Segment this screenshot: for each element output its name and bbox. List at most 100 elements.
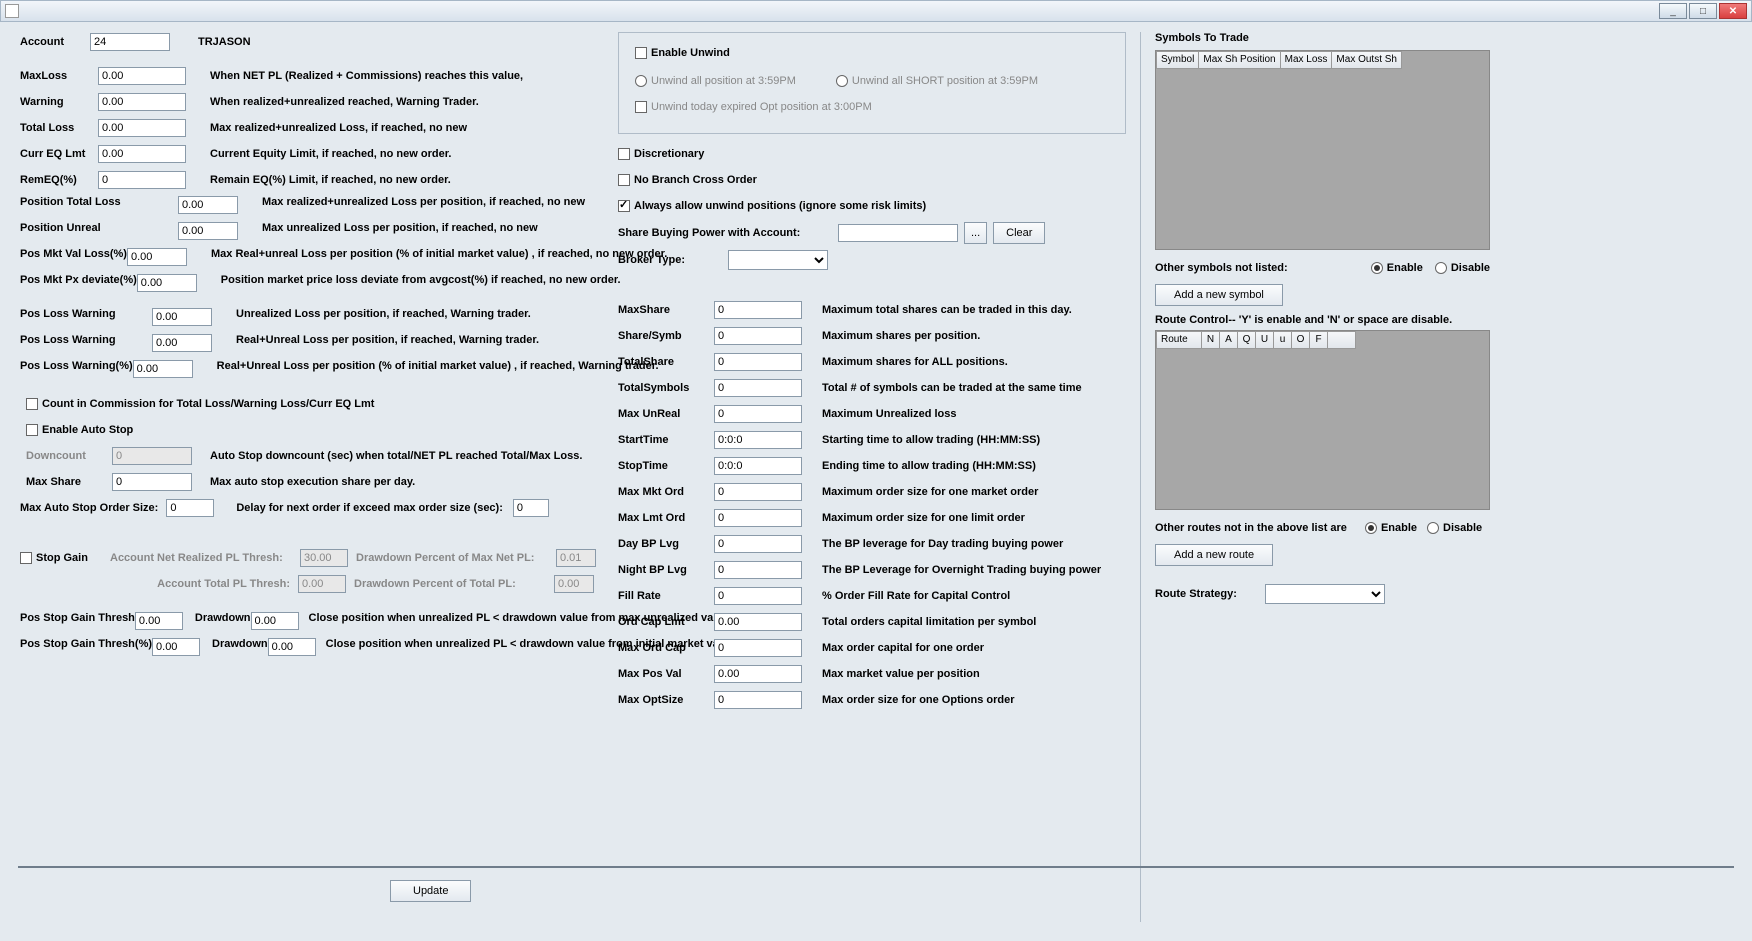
routes-grid[interactable]: RouteNAQUuOF xyxy=(1155,330,1490,510)
route-strategy-select[interactable] xyxy=(1265,584,1385,604)
symbols-column-header[interactable]: Max Sh Position xyxy=(1199,51,1280,69)
field-input[interactable] xyxy=(152,308,212,326)
field-input[interactable] xyxy=(98,145,186,163)
field-input[interactable] xyxy=(133,360,193,378)
other-symbols-enable-radio[interactable] xyxy=(1371,262,1383,274)
field-input[interactable] xyxy=(98,93,186,111)
field-label: RemEQ(%) xyxy=(20,174,98,186)
symbols-column-header[interactable]: Max Outst Sh xyxy=(1332,51,1402,69)
maxautostop-input[interactable] xyxy=(166,499,214,517)
update-button[interactable]: Update xyxy=(390,880,471,902)
routes-column-header[interactable]: u xyxy=(1274,331,1292,349)
symbols-column-header[interactable]: Symbol xyxy=(1156,51,1199,69)
other-routes-enable-radio[interactable] xyxy=(1365,522,1377,534)
field-input[interactable] xyxy=(178,196,238,214)
count-commission-checkbox[interactable] xyxy=(26,398,38,410)
routes-column-header[interactable]: U xyxy=(1256,331,1274,349)
field-label: Pos Mkt Val Loss(%) xyxy=(20,248,127,260)
param-label: MaxShare xyxy=(618,304,714,316)
minimize-button[interactable]: _ xyxy=(1659,3,1687,19)
delay-input[interactable] xyxy=(513,499,549,517)
param-desc: Maximum order size for one market order xyxy=(822,486,1126,498)
drawdown-label: Drawdown xyxy=(195,612,251,624)
param-input[interactable] xyxy=(714,301,802,319)
param-input[interactable] xyxy=(714,353,802,371)
account-name: TRJASON xyxy=(198,36,251,48)
window-icon xyxy=(5,4,19,18)
acct-tot-input[interactable] xyxy=(298,575,346,593)
param-input[interactable] xyxy=(714,587,802,605)
close-button[interactable]: ✕ xyxy=(1719,3,1747,19)
other-routes-disable-radio[interactable] xyxy=(1427,522,1439,534)
field-input[interactable] xyxy=(137,274,197,292)
acct-net-input[interactable] xyxy=(300,549,348,567)
share-bp-input[interactable] xyxy=(838,224,958,242)
enable-unwind-checkbox[interactable] xyxy=(635,47,647,59)
discretionary-checkbox[interactable] xyxy=(618,148,630,160)
broker-type-select[interactable] xyxy=(728,250,828,270)
maxshare-input[interactable] xyxy=(112,473,192,491)
field-desc: Max unrealized Loss per position, if rea… xyxy=(262,222,604,234)
routes-column-header[interactable]: A xyxy=(1220,331,1238,349)
account-input[interactable] xyxy=(90,33,170,51)
unwind-opt-label: Unwind today expired Opt position at 3:0… xyxy=(651,101,872,113)
drawdown-input[interactable] xyxy=(268,638,316,656)
unwind-opt-checkbox[interactable] xyxy=(635,101,647,113)
window-titlebar: _ □ ✕ xyxy=(0,0,1752,22)
param-input[interactable] xyxy=(714,405,802,423)
field-input[interactable] xyxy=(152,334,212,352)
routes-column-header[interactable]: Route xyxy=(1156,331,1202,349)
routes-column-header[interactable]: F xyxy=(1310,331,1328,349)
dd-tot-input[interactable] xyxy=(554,575,594,593)
share-bp-browse-button[interactable]: ... xyxy=(964,222,987,244)
share-bp-clear-button[interactable]: Clear xyxy=(993,222,1045,244)
field-desc: Max realized+unrealized Loss per positio… xyxy=(262,196,604,208)
field-desc: Real+Unreal Loss per position (% of init… xyxy=(217,360,659,372)
psgt-input[interactable] xyxy=(135,612,183,630)
enable-autostop-checkbox[interactable] xyxy=(26,424,38,436)
maxshare-desc: Max auto stop execution share per day. xyxy=(210,476,415,488)
stopgain-checkbox[interactable] xyxy=(20,552,32,564)
other-symbols-disable-radio[interactable] xyxy=(1435,262,1447,274)
param-input[interactable] xyxy=(714,691,802,709)
field-desc: Unrealized Loss per position, if reached… xyxy=(236,308,604,320)
add-route-button[interactable]: Add a new route xyxy=(1155,544,1273,566)
dd-maxnet-input[interactable] xyxy=(556,549,596,567)
routes-column-header[interactable]: O xyxy=(1292,331,1310,349)
param-input[interactable] xyxy=(714,561,802,579)
unwind-all-radio[interactable] xyxy=(635,75,647,87)
param-input[interactable] xyxy=(714,639,802,657)
dd-tot-label: Drawdown Percent of Total PL: xyxy=(354,578,554,590)
param-input[interactable] xyxy=(714,483,802,501)
field-input[interactable] xyxy=(98,67,186,85)
field-input[interactable] xyxy=(127,248,187,266)
maxautostop-label: Max Auto Stop Order Size: xyxy=(20,502,158,514)
param-input[interactable] xyxy=(714,535,802,553)
param-input[interactable] xyxy=(714,613,802,631)
param-input[interactable] xyxy=(714,327,802,345)
unwind-short-radio[interactable] xyxy=(836,75,848,87)
add-symbol-button[interactable]: Add a new symbol xyxy=(1155,284,1283,306)
param-input[interactable] xyxy=(714,379,802,397)
drawdown-input[interactable] xyxy=(251,612,299,630)
param-input[interactable] xyxy=(714,665,802,683)
param-desc: Ending time to allow trading (HH:MM:SS) xyxy=(822,460,1126,472)
param-input[interactable] xyxy=(714,457,802,475)
routes-column-header[interactable]: Q xyxy=(1238,331,1256,349)
count-commission-label: Count in Commission for Total Loss/Warni… xyxy=(42,398,374,410)
routes-column-header[interactable] xyxy=(1328,331,1356,349)
maximize-button[interactable]: □ xyxy=(1689,3,1717,19)
param-input[interactable] xyxy=(714,431,802,449)
routes-column-header[interactable]: N xyxy=(1202,331,1220,349)
downcount-input[interactable] xyxy=(112,447,192,465)
field-input[interactable] xyxy=(98,171,186,189)
always-unwind-checkbox[interactable] xyxy=(618,200,630,212)
other-routes-label: Other routes not in the above list are xyxy=(1155,522,1347,534)
nobranch-checkbox[interactable] xyxy=(618,174,630,186)
symbols-column-header[interactable]: Max Loss xyxy=(1281,51,1333,69)
param-input[interactable] xyxy=(714,509,802,527)
field-input[interactable] xyxy=(178,222,238,240)
symbols-grid[interactable]: SymbolMax Sh PositionMax LossMax Outst S… xyxy=(1155,50,1490,250)
field-input[interactable] xyxy=(98,119,186,137)
psgt-input[interactable] xyxy=(152,638,200,656)
